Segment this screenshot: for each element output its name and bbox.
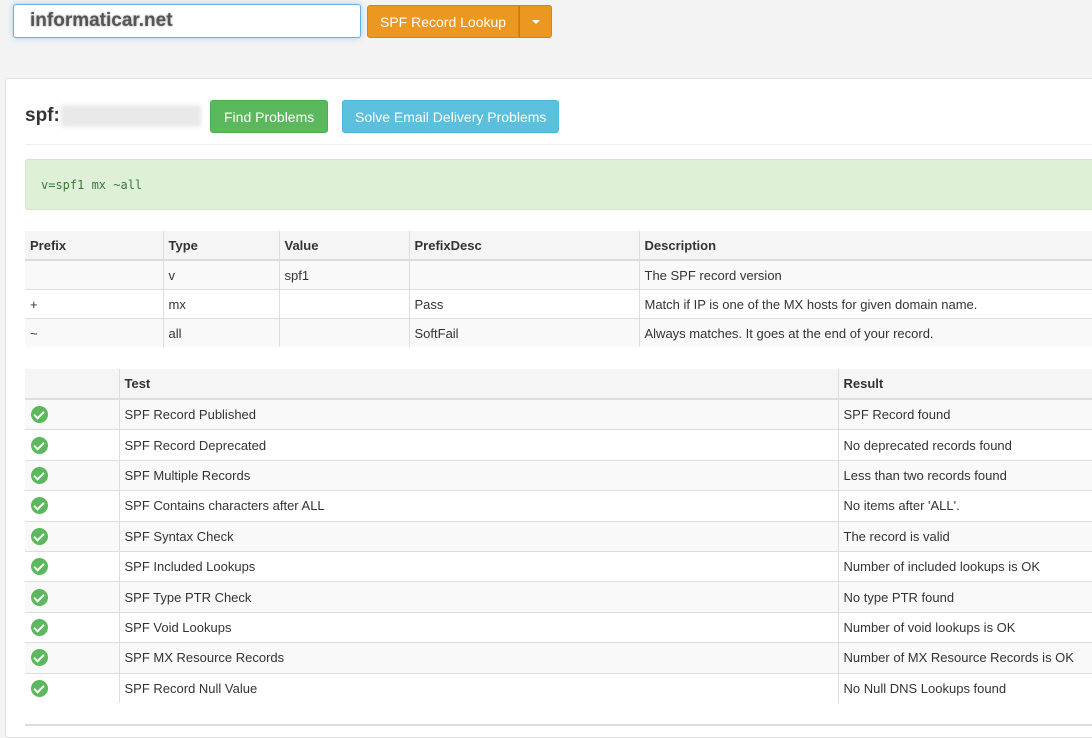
redacted-domain [60, 105, 201, 127]
divider [25, 144, 1092, 145]
table-cell: mx [162, 289, 279, 319]
status-cell [25, 398, 119, 430]
top-bar: SPF Record Lookup [0, 0, 1092, 52]
test-name: SPF Void Lookups [118, 611, 838, 643]
test-table: Test Result SPF Record Published SPF Recor… [25, 369, 1092, 703]
status-cell [25, 581, 119, 613]
test-name: SPF Included Lookups [118, 550, 838, 582]
table-cell: Match if IP is one of the MX hosts for g… [638, 289, 1092, 319]
test-table-header: Test [118, 369, 838, 400]
table-cell: Always matches. It goes at the end of yo… [638, 318, 1092, 347]
table-row: SPF Record Published SPF Record found [25, 398, 1092, 430]
check-circle-icon [31, 649, 48, 667]
prefix-table-header: PrefixDesc [408, 231, 639, 261]
table-cell: all [162, 318, 279, 347]
table-cell: + [25, 289, 163, 319]
table-bottom-border [25, 724, 1092, 726]
table-cell [278, 289, 409, 319]
test-result: Less than two records found [837, 459, 1092, 491]
prefix-table-header: Prefix [25, 231, 163, 261]
table-cell [408, 259, 639, 290]
check-circle-icon [31, 467, 48, 484]
table-cell: Pass [408, 289, 639, 319]
table-cell: spf1 [278, 259, 409, 290]
test-result: The record is valid [837, 520, 1092, 552]
table-row: SPF Included Lookups Number of included l… [25, 550, 1092, 582]
test-name: SPF Contains characters after ALL [118, 490, 838, 522]
domain-input[interactable] [13, 4, 361, 38]
table-row: SPF Contains characters after ALL No item… [25, 490, 1092, 522]
find-problems-button[interactable]: Find Problems [210, 100, 329, 133]
prefix-table-header: Description [638, 231, 1092, 261]
prefix-table: Prefix Type Value PrefixDesc Description v sp… [25, 231, 1092, 347]
table-row: SPF Syntax Check The record is valid [25, 520, 1092, 552]
table-cell: ~ [25, 318, 163, 347]
table-row: SPF MX Resource Records Number of MX Reso… [25, 642, 1092, 674]
test-name: SPF Record Deprecated [118, 429, 838, 461]
table-cell: v [162, 259, 279, 290]
test-result: Number of MX Resource Records is OK [837, 642, 1092, 674]
test-name: SPF Record Published [118, 398, 838, 430]
test-name: SPF Type PTR Check [118, 581, 838, 613]
status-cell [25, 672, 119, 703]
check-circle-icon [31, 588, 48, 606]
solve-email-delivery-button[interactable]: Solve Email Delivery Problems [342, 100, 560, 133]
table-cell: SoftFail [408, 318, 639, 347]
check-circle-icon [31, 436, 48, 454]
table-cell: The SPF record version [638, 259, 1092, 290]
spf-heading: spf: [25, 99, 201, 133]
test-name: SPF Record Null Value [118, 672, 838, 703]
test-result: SPF Record found [837, 398, 1092, 430]
check-circle-icon [31, 497, 48, 515]
table-row: SPF Multiple Records Less than two record… [25, 459, 1092, 491]
check-circle-icon [31, 679, 48, 697]
test-result: No deprecated records found [837, 429, 1092, 461]
check-circle-icon [31, 406, 48, 424]
status-cell [25, 520, 119, 552]
test-name: SPF Multiple Records [118, 459, 838, 491]
spf-label: spf: [25, 105, 60, 126]
status-cell [25, 611, 119, 643]
test-name: SPF Syntax Check [118, 520, 838, 552]
table-row: SPF Record Null Value No Null DNS Lookups… [25, 672, 1092, 703]
spf-record-text: v=spf1 mx ~all [25, 159, 1092, 210]
test-result: No Null DNS Lookups found [837, 672, 1092, 703]
lookup-button-group: SPF Record Lookup [367, 5, 553, 38]
test-name: SPF MX Resource Records [118, 642, 838, 674]
test-result: Number of included lookups is OK [837, 550, 1092, 582]
test-result: No type PTR found [837, 581, 1092, 613]
status-cell [25, 429, 119, 461]
status-cell [25, 490, 119, 522]
caret-down-icon [531, 19, 540, 24]
status-cell [25, 642, 119, 674]
test-table-header: Result [837, 369, 1092, 400]
table-row: ~ all SoftFail Always matches. It goes at t… [25, 318, 1092, 347]
test-result: No items after 'ALL'. [837, 490, 1092, 522]
prefix-table-header: Type [162, 231, 279, 261]
table-row: + mx Pass Match if IP is one of the MX host… [25, 289, 1092, 319]
table-row: SPF Type PTR Check No type PTR found [25, 581, 1092, 613]
table-cell [278, 318, 409, 347]
status-cell [25, 550, 119, 582]
lookup-dropdown-toggle[interactable] [519, 5, 553, 38]
test-table-header [25, 369, 119, 400]
status-cell [25, 459, 119, 491]
check-circle-icon [31, 527, 48, 545]
table-row: SPF Void Lookups Number of void lookups i… [25, 611, 1092, 643]
test-result: Number of void lookups is OK [837, 611, 1092, 643]
table-row: SPF Record Deprecated No deprecated recor… [25, 429, 1092, 461]
spf-record-lookup-button[interactable]: SPF Record Lookup [367, 5, 520, 38]
check-circle-icon [31, 618, 48, 636]
table-cell [25, 259, 163, 290]
check-circle-icon [31, 558, 48, 576]
results-panel: spf: Find Problems Solve Email Delivery … [5, 78, 1092, 738]
prefix-table-header: Value [278, 231, 409, 261]
table-row: v spf1 The SPF record version [25, 259, 1092, 290]
